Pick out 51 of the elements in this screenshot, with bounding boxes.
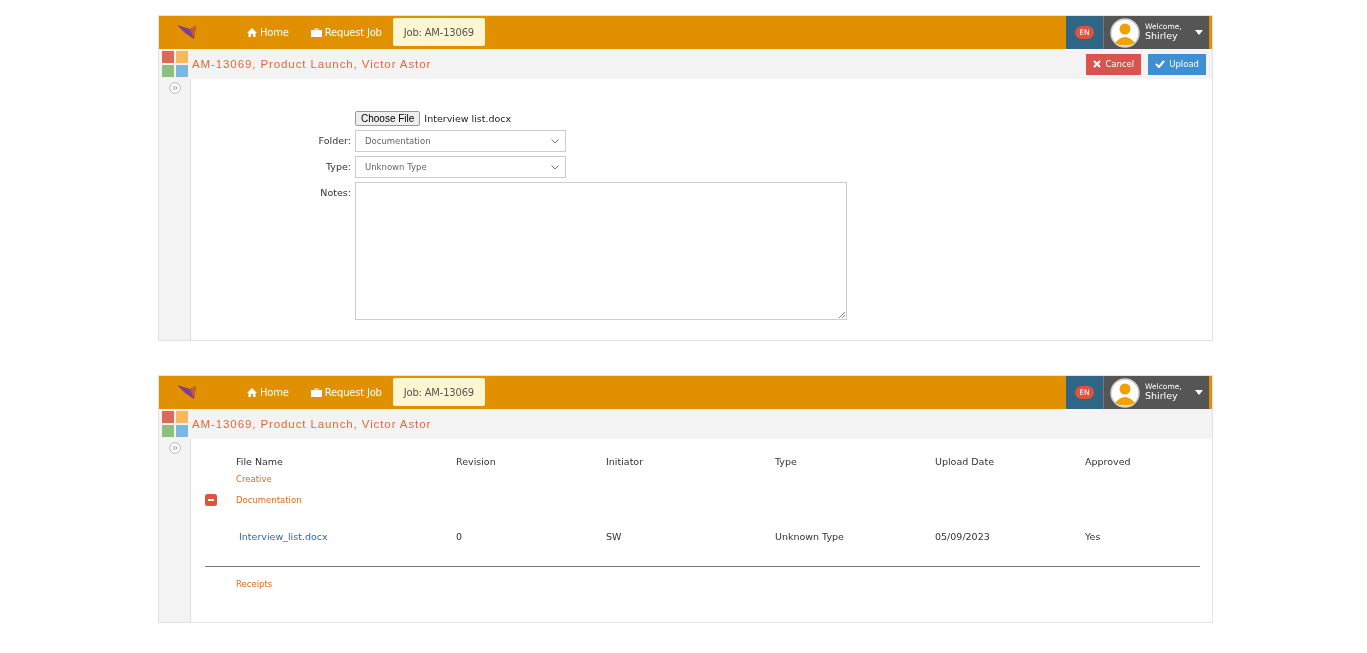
briefcase-icon bbox=[310, 387, 322, 397]
table-cell-text: 05/09/2023 bbox=[935, 531, 991, 542]
selected-file-name: Interview list.docx bbox=[424, 113, 512, 124]
nav-tab[interactable]: Home bbox=[236, 378, 300, 406]
job-title: AM-13069, Product Launch, Victor Astor bbox=[192, 418, 433, 430]
notes-field[interactable] bbox=[355, 182, 847, 320]
upload-button[interactable]: Upload bbox=[1148, 53, 1206, 75]
logo-icon[interactable] bbox=[176, 383, 198, 401]
home-icon bbox=[247, 27, 257, 37]
dropdown-field[interactable]: Documentation bbox=[355, 130, 566, 152]
chevron-down-icon bbox=[551, 164, 559, 170]
app-grid-icon[interactable] bbox=[162, 51, 188, 77]
job-title: AM-13069, Product Launch, Victor Astor bbox=[192, 58, 433, 70]
choose-file-button[interactable]: Choose File bbox=[355, 111, 421, 126]
table-cell-text: 0 bbox=[456, 531, 464, 542]
nav-tab[interactable]: Request Job bbox=[299, 378, 393, 406]
collapse-icon[interactable] bbox=[205, 493, 217, 506]
expand-sidebar-icon[interactable] bbox=[168, 82, 181, 94]
column-header: Type bbox=[775, 456, 798, 467]
folder-group-link[interactable]: Documentation bbox=[236, 494, 302, 505]
column-header: Initiator bbox=[606, 456, 645, 467]
table-cell-text: Unknown Type bbox=[775, 531, 845, 542]
column-header: Upload Date bbox=[935, 456, 995, 467]
home-icon bbox=[247, 387, 257, 397]
briefcase-icon bbox=[310, 27, 322, 37]
dropdown-field[interactable]: Unknown Type bbox=[355, 156, 566, 178]
caret-icon bbox=[1195, 390, 1203, 395]
chevron-down-icon bbox=[551, 138, 559, 144]
check-icon bbox=[1155, 60, 1166, 68]
column-header: Revision bbox=[456, 456, 497, 467]
app-grid-icon[interactable] bbox=[162, 411, 188, 437]
resize-grip-icon bbox=[838, 311, 845, 318]
table-cell-text: SW bbox=[606, 531, 623, 542]
nav-tab[interactable]: Request Job bbox=[299, 18, 393, 46]
folder-group-link[interactable]: Creative bbox=[236, 473, 272, 484]
cancel-button[interactable]: Cancel bbox=[1086, 53, 1142, 75]
column-header: File Name bbox=[236, 456, 284, 467]
folder-group-link[interactable]: Receipts bbox=[236, 578, 273, 589]
field-label: Type: bbox=[324, 160, 351, 172]
table-cell-text: Yes bbox=[1085, 531, 1102, 542]
field-label: Folder: bbox=[317, 134, 351, 146]
close-icon bbox=[1093, 60, 1102, 68]
logo-icon[interactable] bbox=[176, 23, 198, 41]
expand-sidebar-icon[interactable] bbox=[168, 442, 181, 454]
nav-tab[interactable]: Job: AM-13069 bbox=[392, 18, 485, 46]
caret-icon bbox=[1195, 30, 1203, 35]
nav-tab[interactable]: Home bbox=[236, 18, 300, 46]
nav-tab[interactable]: Job: AM-13069 bbox=[392, 378, 485, 406]
column-header: Approved bbox=[1085, 456, 1132, 467]
field-label: Notes: bbox=[319, 186, 351, 198]
file-link[interactable]: Interview_list.docx bbox=[236, 531, 456, 542]
